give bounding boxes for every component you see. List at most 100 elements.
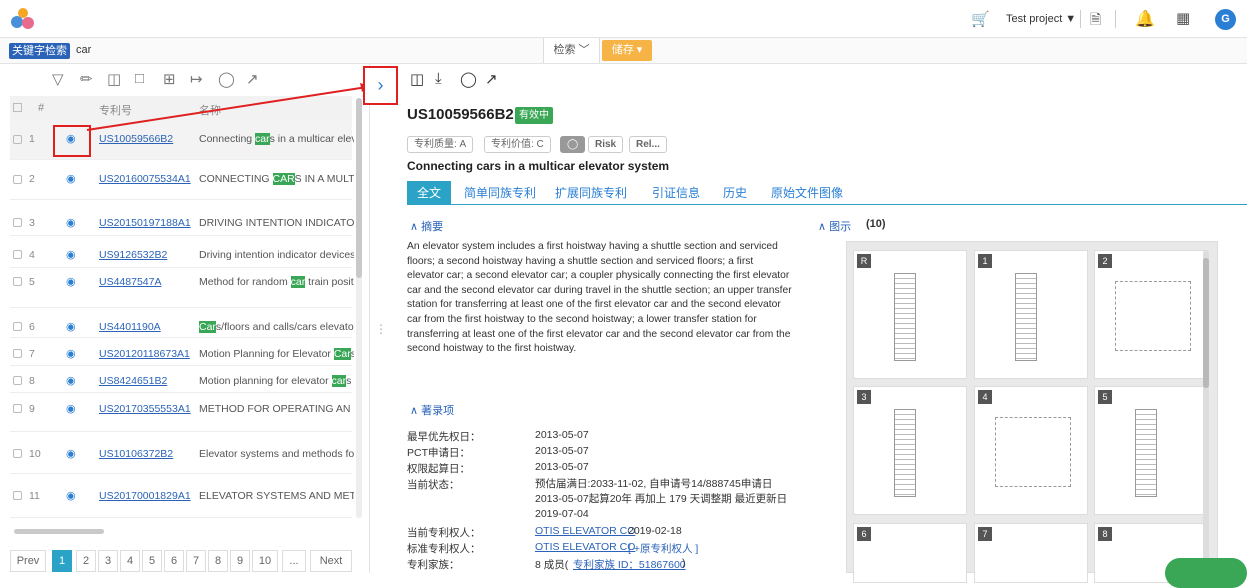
project-selector[interactable]: Test project ▼ [1006,13,1076,25]
eye-icon[interactable]: ◉ [66,489,76,502]
tab-citations[interactable]: 引证信息 [652,181,700,205]
tab-fulltext[interactable]: 全文 [407,181,452,205]
original-assignee-link[interactable]: [ +原专利权人 ] [628,541,698,556]
patent-link[interactable]: US20170001829A1 [99,490,191,502]
patent-link[interactable]: US10106372B2 [99,448,173,460]
row-checkbox[interactable] [13,376,22,385]
figure-thumbnail[interactable]: 5 [1094,386,1208,515]
row-checkbox[interactable] [13,322,22,331]
row-checkbox[interactable] [13,135,22,144]
app-logo[interactable] [10,6,36,32]
eye-icon[interactable]: ◉ [66,402,76,415]
eye-icon[interactable]: ◉ [66,374,76,387]
save-button[interactable]: 储存 ▾ [602,40,652,61]
tag-icon[interactable]: ◯ [460,70,477,88]
tab-original-images[interactable]: 原始文件图像 [771,181,843,205]
row-checkbox[interactable] [13,349,22,358]
assignee-link[interactable]: OTIS ELEVATOR CO [535,525,635,537]
expand-detail-button[interactable]: › [363,66,398,105]
table-row[interactable]: 8 ◉ US8424651B2 Motion planning for elev… [10,369,354,393]
table-row[interactable]: 3 ◉ US20150197188A1 DRIVING INTENTION IN… [10,210,354,236]
download-icon[interactable]: ⤓ [435,70,442,87]
table-row[interactable]: 2 ◉ US20160075534A1 CONNECTING CARS IN A… [10,160,354,200]
search-button[interactable]: 检索 ﹀ [543,38,600,63]
tab-history[interactable]: 历史 [723,181,747,205]
chat-widget-button[interactable] [1165,558,1247,588]
row-checkbox[interactable] [13,404,22,413]
search-input[interactable]: car [76,44,91,56]
table-row[interactable]: 4 ◉ US9126532B2 Driving intention indica… [10,242,354,268]
figure-thumbnail[interactable]: R [853,250,967,379]
tag-icon[interactable]: ◯ [560,136,586,153]
figure-thumbnail[interactable]: 4 [974,386,1088,515]
bell-icon[interactable]: 🔔 [1135,9,1155,29]
page-8[interactable]: 8 [208,550,228,572]
figure-thumbnail[interactable]: 3 [853,386,967,515]
document-icon[interactable]: 🗎 [1090,9,1101,33]
page-1[interactable]: 1 [52,550,72,572]
figures-scrollbar-thumb[interactable] [1203,258,1209,388]
eye-icon[interactable]: ◉ [66,275,76,288]
filter-icon[interactable]: ▽ [52,70,64,88]
next-button[interactable]: Next [310,550,352,572]
figure-thumbnail[interactable]: 1 [974,250,1088,379]
biblio-heading[interactable]: ∧ 著录项 [410,402,454,418]
family-id-link[interactable]: 专利家族 ID：51867600 [573,557,686,572]
table-row[interactable]: 6 ◉ US4401190A Cars/floors and calls/car… [10,314,354,338]
related-button[interactable]: Rel... [629,136,667,153]
page-9[interactable]: 9 [230,550,250,572]
eye-icon[interactable]: ◉ [66,347,76,360]
patent-link[interactable]: US20160075534A1 [99,173,191,185]
patent-link[interactable]: US4487547A [99,276,161,288]
figures-heading[interactable]: ∧ 图示 [818,218,851,234]
page-6[interactable]: 6 [164,550,184,572]
patent-link[interactable]: US20120118673A1 [99,348,190,360]
page-7[interactable]: 7 [186,550,206,572]
figure-thumbnail[interactable]: 7 [974,523,1088,583]
std-assignee-link[interactable]: OTIS ELEVATOR CO [535,541,635,553]
cart-icon[interactable]: 🛒 [971,10,990,28]
eye-icon[interactable]: ◉ [66,320,76,333]
tab-simple-family[interactable]: 简单同族专利 [464,181,536,205]
tab-extended-family[interactable]: 扩展同族专利 [555,181,627,205]
table-row[interactable]: 7 ◉ US20120118673A1 Motion Planning for … [10,342,354,366]
figure-thumbnail[interactable]: 2 [1094,250,1208,379]
patent-link[interactable]: US4401190A [99,321,161,333]
patent-link[interactable]: US9126532B2 [99,249,167,261]
share-icon[interactable]: ↗ [485,70,498,88]
eye-icon[interactable]: ◉ [66,172,76,185]
splitter-handle[interactable]: ⋮ [375,322,387,336]
table-row[interactable]: 10 ◉ US10106372B2 Elevator systems and m… [10,436,354,474]
keyword-search-tag[interactable]: 关键字检索 [9,43,70,59]
avatar[interactable]: G [1215,9,1236,30]
patent-link[interactable]: US20170355553A1 [99,403,191,415]
row-checkbox[interactable] [13,491,22,500]
abstract-heading[interactable]: ∧ 摘要 [410,218,443,234]
patent-link[interactable]: US8424651B2 [99,375,167,387]
row-checkbox[interactable] [13,250,22,259]
prev-button[interactable]: Prev [10,550,46,572]
figure-thumbnail[interactable]: 6 [853,523,967,583]
page-5[interactable]: 5 [142,550,162,572]
patent-link[interactable]: US20150197188A1 [99,217,191,229]
horizontal-scrollbar[interactable] [14,529,104,534]
page-3[interactable]: 3 [98,550,118,572]
table-row[interactable]: 9 ◉ US20170355553A1 METHOD FOR OPERATING… [10,396,354,432]
select-all-checkbox[interactable] [13,103,22,112]
row-checkbox[interactable] [13,218,22,227]
row-checkbox[interactable] [13,277,22,286]
grid-icon[interactable]: ▦ [1176,9,1190,27]
row-checkbox[interactable] [13,449,22,458]
book-icon[interactable]: ◫ [410,70,424,88]
page-10[interactable]: 10 [252,550,278,572]
row-checkbox[interactable] [13,175,22,184]
risk-button[interactable]: Risk [588,136,624,153]
eye-icon[interactable]: ◉ [66,216,76,229]
page-4[interactable]: 4 [120,550,140,572]
page-ellipsis[interactable]: ... [282,550,306,572]
table-row[interactable]: 11 ◉ US20170001829A1 ELEVATOR SYSTEMS AN… [10,478,354,518]
eye-icon[interactable]: ◉ [66,447,76,460]
page-2[interactable]: 2 [76,550,96,572]
eye-icon[interactable]: ◉ [66,248,76,261]
table-row[interactable]: 5 ◉ US4487547A Method for random car tra… [10,268,354,308]
